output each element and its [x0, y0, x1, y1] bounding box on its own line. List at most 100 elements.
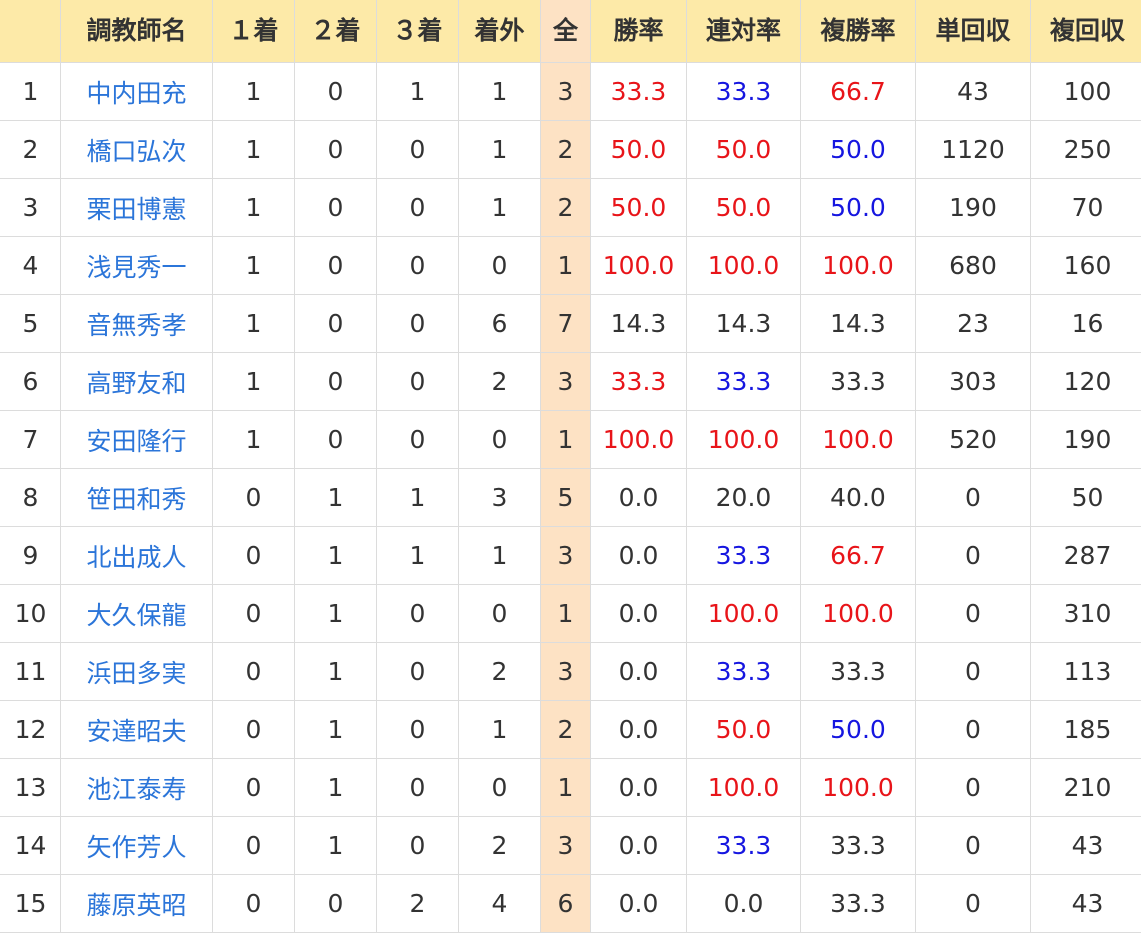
header-out[interactable]: 着外	[458, 0, 541, 63]
rank-cell: 4	[0, 236, 61, 295]
header-trainer[interactable]: 調教師名	[60, 0, 213, 63]
trainer-name-link[interactable]: 矢作芳人	[86, 833, 186, 862]
first-count-cell: 1	[212, 410, 295, 469]
trainer-name-link[interactable]: 橋口弘次	[86, 137, 186, 166]
total-count-cell: 1	[540, 410, 591, 469]
third-count-cell: 2	[376, 874, 459, 933]
place-return-cell: 190	[1030, 410, 1141, 469]
trainer-name-link[interactable]: 大久保龍	[86, 601, 186, 630]
quinella-rate-cell: 50.0	[686, 120, 801, 179]
win-rate-cell: 50.0	[590, 178, 687, 237]
trainer-name-cell: 浜田多実	[60, 642, 213, 701]
table-row: 5 音無秀孝 1 0 0 6 7 14.3 14.3 14.3 23 16	[0, 294, 1141, 353]
table-row: 6 高野友和 1 0 0 2 3 33.3 33.3 33.3 303 120	[0, 352, 1141, 411]
win-rate-cell: 33.3	[590, 62, 687, 121]
win-rate-cell: 100.0	[590, 236, 687, 295]
quinella-rate-cell: 100.0	[686, 584, 801, 643]
win-return-cell: 0	[915, 526, 1031, 585]
header-place-return[interactable]: 複回収	[1030, 0, 1141, 63]
header-first[interactable]: １着	[212, 0, 295, 63]
header-second[interactable]: ２着	[294, 0, 377, 63]
trainer-name-link[interactable]: 栗田博憲	[86, 195, 186, 224]
trainer-name-cell: 音無秀孝	[60, 294, 213, 353]
quinella-rate-cell: 33.3	[686, 526, 801, 585]
quinella-rate-cell: 33.3	[686, 642, 801, 701]
rank-cell: 8	[0, 468, 61, 527]
trainer-name-cell: 安田隆行	[60, 410, 213, 469]
third-count-cell: 0	[376, 178, 459, 237]
total-count-cell: 1	[540, 758, 591, 817]
trainer-name-link[interactable]: 笹田和秀	[86, 485, 186, 514]
third-count-cell: 0	[376, 700, 459, 759]
place-return-cell: 16	[1030, 294, 1141, 353]
trainer-name-cell: 矢作芳人	[60, 816, 213, 875]
trainer-name-link[interactable]: 北出成人	[86, 543, 186, 572]
trainer-name-link[interactable]: 浜田多実	[86, 659, 186, 688]
second-count-cell: 1	[294, 642, 377, 701]
header-rank	[0, 0, 61, 63]
win-return-cell: 190	[915, 178, 1031, 237]
trainer-name-link[interactable]: 藤原英昭	[86, 891, 186, 920]
trainer-name-cell: 笹田和秀	[60, 468, 213, 527]
place-rate-cell: 66.7	[800, 62, 916, 121]
table-row: 2 橋口弘次 1 0 0 1 2 50.0 50.0 50.0 1120 250	[0, 120, 1141, 179]
win-return-cell: 0	[915, 874, 1031, 933]
header-quinella-rate[interactable]: 連対率	[686, 0, 801, 63]
win-rate-cell: 0.0	[590, 758, 687, 817]
trainer-name-link[interactable]: 音無秀孝	[86, 311, 186, 340]
place-return-cell: 210	[1030, 758, 1141, 817]
trainer-name-cell: 栗田博憲	[60, 178, 213, 237]
third-count-cell: 0	[376, 642, 459, 701]
first-count-cell: 0	[212, 700, 295, 759]
header-win-rate[interactable]: 勝率	[590, 0, 687, 63]
quinella-rate-cell: 100.0	[686, 758, 801, 817]
first-count-cell: 1	[212, 178, 295, 237]
second-count-cell: 1	[294, 468, 377, 527]
quinella-rate-cell: 33.3	[686, 62, 801, 121]
first-count-cell: 1	[212, 294, 295, 353]
out-count-cell: 0	[458, 758, 541, 817]
place-return-cell: 287	[1030, 526, 1141, 585]
third-count-cell: 0	[376, 816, 459, 875]
first-count-cell: 0	[212, 874, 295, 933]
out-count-cell: 0	[458, 410, 541, 469]
out-count-cell: 2	[458, 816, 541, 875]
header-place-rate[interactable]: 複勝率	[800, 0, 916, 63]
quinella-rate-cell: 33.3	[686, 816, 801, 875]
second-count-cell: 0	[294, 410, 377, 469]
win-rate-cell: 0.0	[590, 526, 687, 585]
place-return-cell: 310	[1030, 584, 1141, 643]
quinella-rate-cell: 0.0	[686, 874, 801, 933]
total-count-cell: 3	[540, 526, 591, 585]
header-total[interactable]: 全	[540, 0, 591, 63]
win-return-cell: 0	[915, 584, 1031, 643]
trainer-name-link[interactable]: 安田隆行	[86, 427, 186, 456]
win-rate-cell: 0.0	[590, 700, 687, 759]
win-return-cell: 0	[915, 468, 1031, 527]
out-count-cell: 0	[458, 584, 541, 643]
trainer-name-cell: 大久保龍	[60, 584, 213, 643]
table-header: 調教師名 １着 ２着 ３着 着外 全 勝率 連対率 複勝率 単回収 複回収	[0, 0, 1141, 63]
second-count-cell: 0	[294, 352, 377, 411]
header-third[interactable]: ３着	[376, 0, 459, 63]
trainer-name-link[interactable]: 池江泰寿	[86, 775, 186, 804]
trainer-name-link[interactable]: 浅見秀一	[86, 253, 186, 282]
place-return-cell: 113	[1030, 642, 1141, 701]
rank-cell: 10	[0, 584, 61, 643]
table-row: 12 安達昭夫 0 1 0 1 2 0.0 50.0 50.0 0 185	[0, 700, 1141, 759]
first-count-cell: 0	[212, 758, 295, 817]
second-count-cell: 0	[294, 294, 377, 353]
header-win-return[interactable]: 単回収	[915, 0, 1031, 63]
trainer-name-link[interactable]: 安達昭夫	[86, 717, 186, 746]
rank-cell: 5	[0, 294, 61, 353]
second-count-cell: 1	[294, 758, 377, 817]
first-count-cell: 1	[212, 62, 295, 121]
third-count-cell: 1	[376, 468, 459, 527]
trainer-name-link[interactable]: 高野友和	[86, 369, 186, 398]
quinella-rate-cell: 20.0	[686, 468, 801, 527]
third-count-cell: 1	[376, 62, 459, 121]
place-rate-cell: 100.0	[800, 758, 916, 817]
out-count-cell: 6	[458, 294, 541, 353]
out-count-cell: 2	[458, 642, 541, 701]
trainer-name-link[interactable]: 中内田充	[86, 79, 186, 108]
